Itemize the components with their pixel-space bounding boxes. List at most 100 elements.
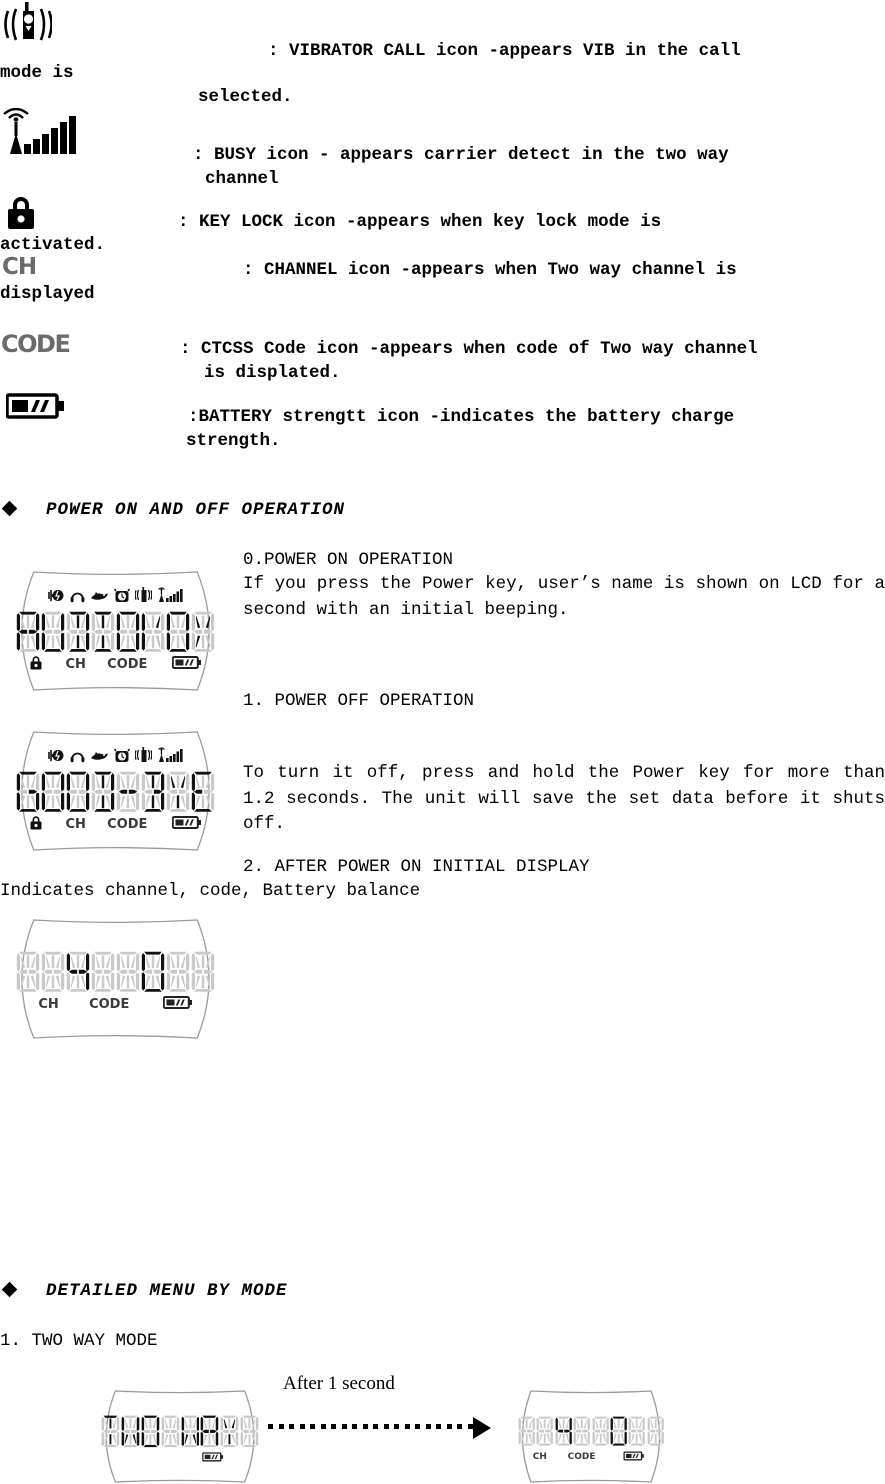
bird-icon: [90, 749, 109, 768]
lcd-segment-char: [161, 1415, 180, 1448]
channel-ch-icon: CH: [2, 254, 37, 280]
lcd-segment-char: [141, 611, 165, 653]
lcd-segment-char: [91, 951, 115, 993]
transition-arrow-head: [473, 1417, 491, 1439]
key-lock-icon: [30, 656, 42, 670]
lcd-bottom-label-row: CH CODE: [512, 1449, 670, 1465]
lcd-segment-char: [191, 611, 215, 653]
legend-text-busy-line2: channel: [205, 169, 279, 189]
vibrate-radio-icon: [134, 586, 153, 608]
lcd-battery-strength-icon: [171, 656, 202, 673]
transition-label: After 1 second: [283, 1373, 395, 1394]
lcd-initial-display: CH CODE: [8, 918, 223, 1040]
section-heading-power: POWER ON AND OFF OPERATION: [46, 500, 346, 520]
battery-strength-icon: [623, 1450, 645, 1461]
lcd-character-row: [16, 611, 215, 653]
signal-bars-icon: [157, 747, 183, 768]
lcd-screen-content: CH CODE: [8, 918, 223, 1040]
battery-strength-icon: [6, 392, 66, 420]
legend-text-vibrator-call-line2: selected.: [198, 87, 293, 107]
lcd-key-lock-icon: [29, 655, 43, 674]
lcd-segment-char: [536, 1416, 554, 1446]
lcd-ch-label: CH: [65, 817, 86, 833]
lcd-bottom-label-row: CH CODE: [8, 996, 223, 1013]
legend-text-busy: : BUSY icon - appears carrier detect in …: [193, 145, 729, 165]
alarm-clock-icon: [113, 748, 131, 768]
alarm-clock-icon: [113, 588, 131, 602]
ctcss-code-icon: CODE: [1, 330, 71, 358]
vibrator-call-icon: [4, 2, 52, 48]
headphone-icon: [70, 588, 85, 608]
signal-bars-icon: [158, 587, 183, 602]
lcd-bottom-label-row: CH CODE: [8, 655, 223, 674]
lcd-segment-char: [141, 951, 165, 993]
lcd-code-label: CODE: [567, 1451, 596, 1462]
lcd-battery-strength-icon: [171, 816, 202, 833]
lcd-segment-char: [121, 1415, 140, 1448]
lcd-battery-strength-icon: [201, 1452, 224, 1464]
signal-bars-icon: [157, 587, 183, 608]
legend-text-channel: : CHANNEL icon -appears when Two way cha…: [243, 260, 737, 280]
alarm-clock-icon: [113, 588, 131, 608]
lcd-segment-char: [91, 611, 115, 653]
section-heading-menu: DETAILED MENU BY MODE: [46, 1281, 288, 1301]
lcd-segment-char: [200, 1415, 219, 1448]
legend-text-vibrator-call: : VIBRATOR CALL icon -appears VIB in the…: [268, 41, 741, 61]
lcd-segment-char: [240, 1415, 259, 1448]
battery-strength-icon: [171, 656, 201, 670]
lcd-status-icon-row: [48, 746, 183, 768]
lcd-segment-char: [16, 611, 40, 653]
lcd-power-off: CH CODE: [8, 730, 223, 852]
lcd-segment-char: [166, 951, 190, 993]
lcd-segment-char: [41, 611, 65, 653]
alarm-clock-icon: [113, 748, 131, 762]
headphone-icon: [70, 748, 85, 768]
lcd-screen-content: CH CODE: [8, 730, 223, 852]
legend-text-vibrator-call-wrap: mode is: [0, 63, 74, 83]
lcd-segment-char: [647, 1416, 664, 1446]
bird-icon: [91, 591, 108, 600]
headphone-icon: [70, 592, 85, 602]
legend-text-ctcss-code: : CTCSS Code icon -appears when code of …: [180, 339, 758, 359]
lcd-screen-content: CH CODE: [8, 570, 223, 692]
battery-strength-icon: [162, 996, 192, 1010]
lcd-battery-strength-icon: [623, 1450, 645, 1462]
lcd-code-label: CODE: [89, 997, 130, 1013]
headphone-icon: [70, 752, 85, 762]
transition-arrow-dots: [268, 1424, 473, 1429]
busy-signal-icon: [0, 108, 82, 158]
lcd-segment-char: [66, 951, 90, 993]
lcd-segment-char: [555, 1416, 572, 1446]
battery-strength-icon: [201, 1452, 223, 1462]
lcd-character-row: [101, 1415, 259, 1448]
lcd-character-row: [16, 771, 215, 813]
lcd-segment-char: [66, 771, 90, 813]
lcd-segment-char: [101, 1415, 120, 1448]
lcd-segment-char: [141, 771, 165, 813]
legend-text-channel-wrap: displayed: [0, 284, 95, 304]
lcd-segment-char: [592, 1416, 609, 1446]
battery-plug-icon: [48, 748, 65, 768]
legend-text-ctcss-code-line2: is displated.: [204, 363, 341, 383]
bird-icon: [90, 589, 109, 608]
lcd-segment-char: [116, 611, 140, 653]
bird-icon: [91, 751, 108, 760]
lcd-segment-char: [628, 1416, 646, 1446]
battery-plug-icon: [48, 749, 64, 761]
legend-text-battery-line2: strength.: [186, 431, 281, 451]
battery-plug-icon: [48, 589, 64, 601]
lcd-segment-char: [141, 1415, 160, 1448]
lcd-segment-char: [116, 771, 140, 813]
legend-text-key-lock: : KEY LOCK icon -appears when key lock m…: [178, 212, 662, 232]
lcd-segment-char: [191, 771, 215, 813]
signal-bars-icon: [158, 747, 183, 762]
lcd-ch-label: CH: [38, 997, 59, 1013]
lcd-character-row: [518, 1416, 664, 1446]
power-on-body: If you press the Power key, user’s name …: [243, 574, 885, 620]
lcd-bottom-label-row: [95, 1450, 265, 1466]
lcd-segment-char: [116, 951, 140, 993]
lcd-segment-char: [16, 951, 40, 993]
lcd-segment-char: [166, 611, 190, 653]
power-off-body: To turn it off, press and hold the Power…: [243, 763, 885, 834]
lcd-segment-char: [41, 771, 65, 813]
